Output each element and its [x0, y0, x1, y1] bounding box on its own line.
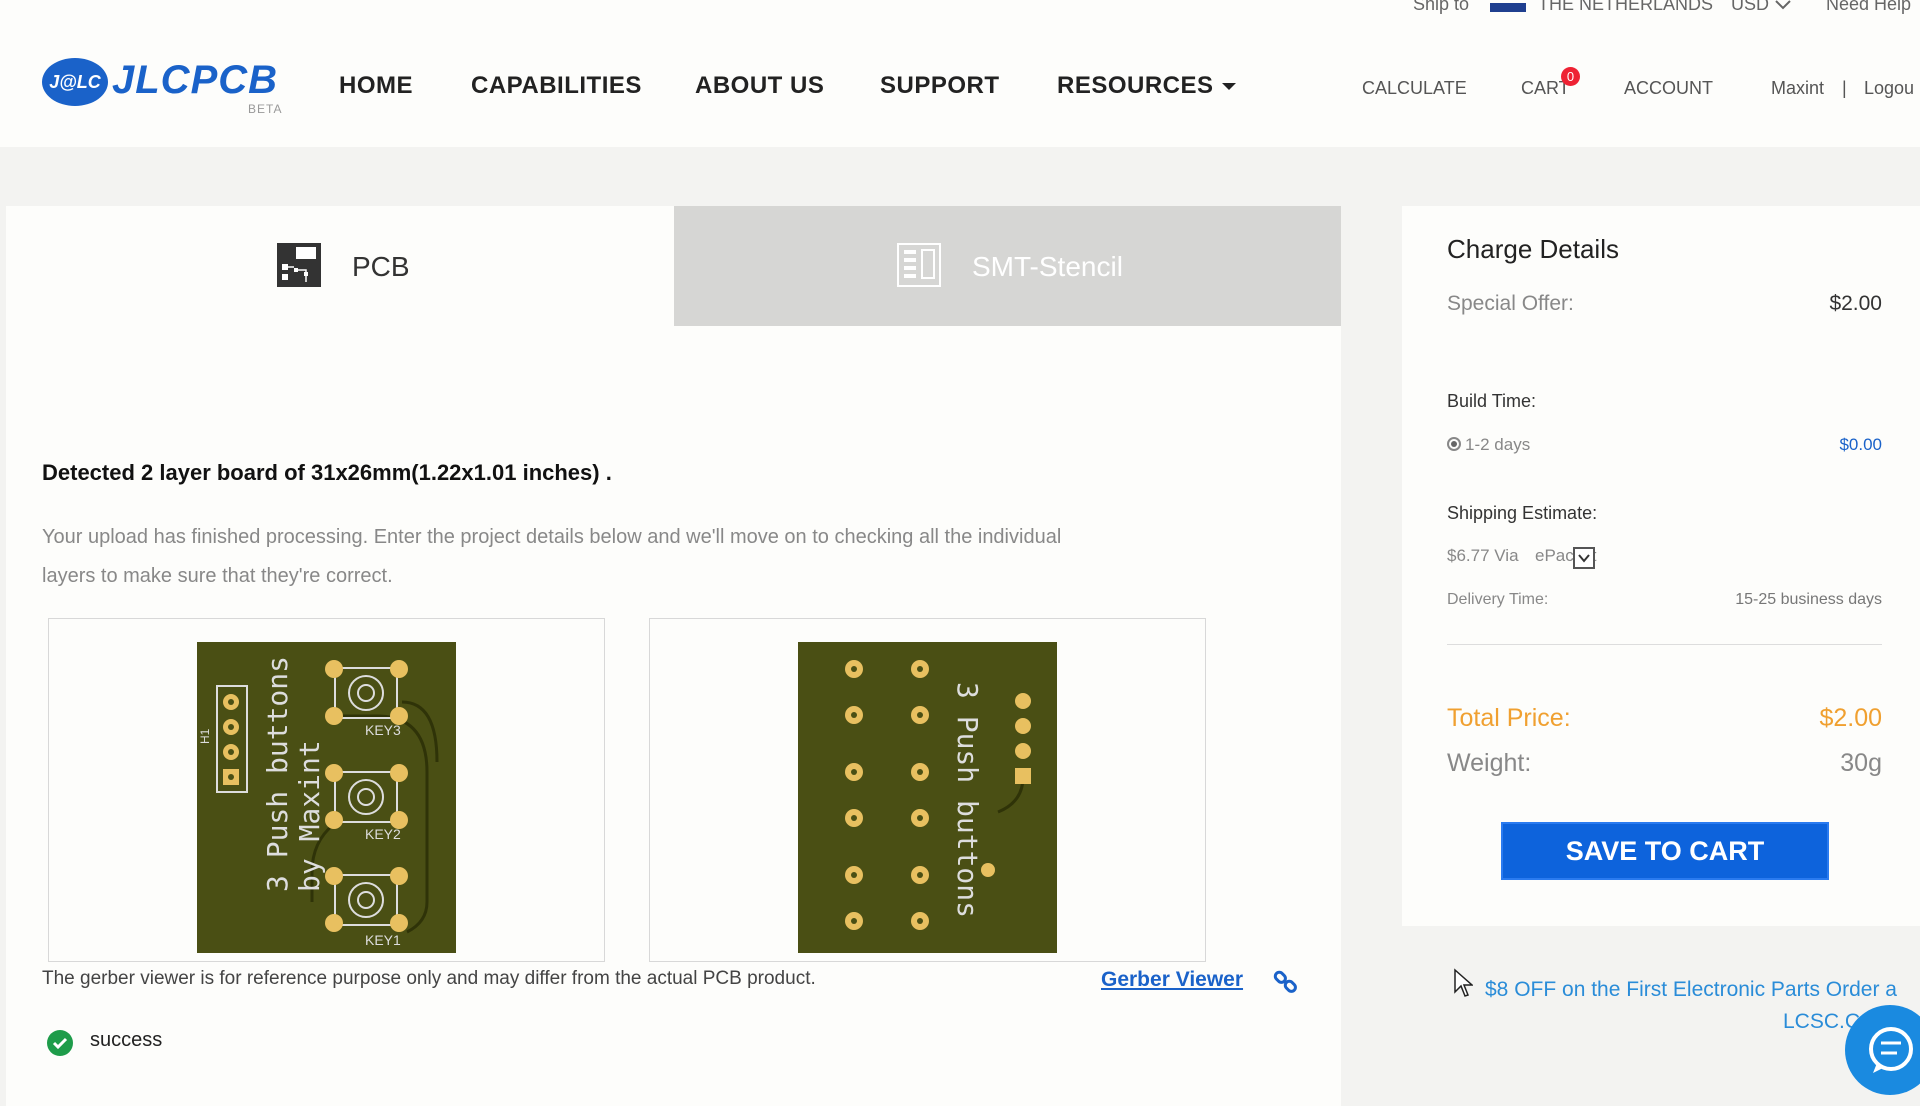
chat-button[interactable] — [1845, 1005, 1920, 1095]
status-text: success — [90, 1029, 163, 1051]
special-offer-label: Special Offer: — [1447, 292, 1574, 315]
charge-details-panel: Charge Details Special Offer: $2.00 Buil… — [1402, 206, 1920, 926]
nav-support[interactable]: SUPPORT — [880, 72, 1000, 100]
top-bar: Ship to THE NETHERLANDS USD Need Help J@… — [0, 0, 1920, 147]
key3-label: KEY3 — [365, 722, 401, 738]
logout-link[interactable]: Logou — [1864, 78, 1914, 99]
build-time-price: $0.00 — [1839, 435, 1882, 454]
nav-about-us[interactable]: ABOUT US — [695, 72, 824, 100]
nav-resources-label: RESOURCES — [1057, 72, 1214, 99]
flag-icon — [1490, 3, 1526, 12]
pcb-front-preview[interactable]: H1 3 Push buttons by Maxint KEY3 KEY2 KE… — [48, 618, 605, 962]
nav-capabilities[interactable]: CAPABILITIES — [471, 72, 642, 100]
chat-icon — [1869, 1027, 1913, 1073]
promo-line-2: LCSC.C — [1783, 1010, 1861, 1033]
total-price-value: $2.00 — [1819, 704, 1882, 732]
shipping-price: $6.77 Via — [1447, 546, 1519, 565]
nav-separator: | — [1842, 78, 1847, 98]
chevron-down-icon — [1775, 0, 1791, 10]
gerber-disclaimer: The gerber viewer is for reference purpo… — [42, 968, 816, 989]
divider — [1447, 644, 1882, 645]
nav-home[interactable]: HOME — [339, 72, 413, 100]
logo-text: JLCPCB — [112, 58, 279, 102]
save-to-cart-button[interactable]: SAVE TO CART — [1501, 822, 1829, 880]
weight-label: Weight: — [1447, 749, 1532, 777]
shipping-estimate-label: Shipping Estimate: — [1447, 503, 1598, 523]
build-time-option[interactable]: 1-2 days — [1465, 435, 1530, 455]
nav-resources[interactable]: RESOURCES — [1057, 72, 1236, 100]
pcb-back-label: 3 Push buttons — [951, 682, 984, 918]
key2-label: KEY2 — [365, 826, 401, 842]
user-name[interactable]: Maxint — [1771, 78, 1824, 99]
pcb-chip-icon — [277, 243, 321, 287]
currency-label: USD — [1731, 0, 1770, 14]
mouse-cursor-icon — [1454, 968, 1473, 997]
key1-label: KEY1 — [365, 932, 401, 948]
special-offer-value: $2.00 — [1829, 292, 1882, 315]
board-detected-text: Detected 2 layer board of 31x26mm(1.22x1… — [42, 460, 612, 485]
weight-value: 30g — [1840, 749, 1882, 777]
currency-selector[interactable]: USD — [1731, 0, 1791, 15]
country-selector[interactable]: THE NETHERLANDS — [1538, 0, 1713, 15]
ship-to-label: Ship to — [1413, 0, 1470, 14]
processing-description: Your upload has finished processing. Ent… — [42, 526, 1062, 587]
help-link[interactable]: Need Help — [1826, 0, 1911, 15]
shipping-dropdown[interactable] — [1573, 547, 1595, 569]
header-label: H1 — [198, 728, 212, 744]
calculate-link[interactable]: CALCULATE — [1362, 78, 1467, 99]
account-link[interactable]: ACCOUNT — [1624, 78, 1713, 99]
gerber-viewer-link[interactable]: Gerber Viewer — [1101, 968, 1243, 992]
delivery-time-value: 15-25 business days — [1735, 591, 1882, 608]
pcb-front-label-2: by Maxint — [293, 740, 326, 892]
pcb-back-preview[interactable]: 3 Push buttons — [649, 618, 1206, 962]
chevron-down-icon — [1578, 554, 1590, 563]
promo-line-1: $8 OFF on the First Electronic Parts Ord… — [1485, 978, 1897, 1001]
success-check-icon — [47, 1030, 73, 1056]
logo-badge: J@LC — [42, 58, 108, 106]
delivery-time-label: Delivery Time: — [1447, 591, 1549, 608]
pcb-back-render: 3 Push buttons — [798, 642, 1057, 953]
tab-smt-stencil[interactable]: SMT-Stencil — [674, 206, 1341, 326]
caret-down-icon — [1221, 83, 1236, 91]
total-price-label: Total Price: — [1447, 704, 1571, 732]
tab-pcb-label: PCB — [352, 251, 410, 282]
beta-label: BETA — [248, 102, 283, 116]
link-icon[interactable] — [1272, 968, 1300, 996]
build-time-label: Build Time: — [1447, 391, 1537, 411]
promo-banner[interactable]: $8 OFF on the First Electronic Parts Ord… — [1485, 974, 1897, 1038]
tab-pcb[interactable]: PCB — [6, 206, 674, 326]
jlcpcb-logo[interactable]: J@LC JLCPCB BETA — [42, 56, 287, 116]
pcb-front-render: H1 3 Push buttons by Maxint KEY3 KEY2 KE… — [197, 642, 456, 953]
tab-smt-label: SMT-Stencil — [972, 251, 1123, 282]
charge-details-title: Charge Details — [1447, 234, 1619, 264]
cart-count-badge: 0 — [1561, 67, 1580, 86]
build-time-radio[interactable] — [1447, 437, 1461, 451]
pcb-front-label-1: 3 Push buttons — [261, 656, 294, 892]
stencil-icon — [897, 243, 941, 287]
